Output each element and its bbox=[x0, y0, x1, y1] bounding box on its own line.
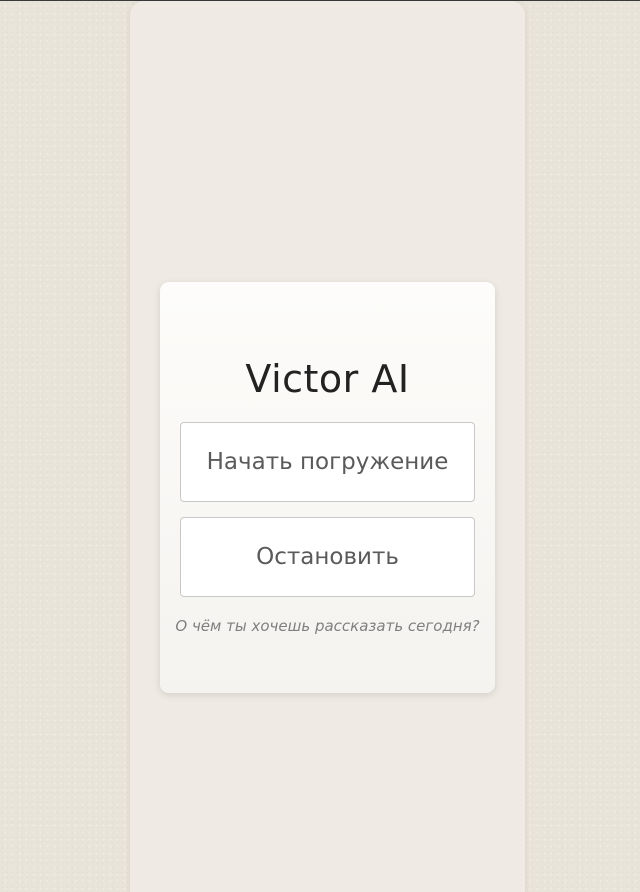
main-card: Victor AI Начать погружение Остановить О… bbox=[160, 282, 495, 693]
stop-button[interactable]: Остановить bbox=[180, 517, 475, 597]
app-title: Victor AI bbox=[245, 357, 410, 401]
prompt-text: О чём ты хочешь рассказать сегодня? bbox=[175, 617, 480, 635]
start-immersion-button[interactable]: Начать погружение bbox=[180, 422, 475, 502]
